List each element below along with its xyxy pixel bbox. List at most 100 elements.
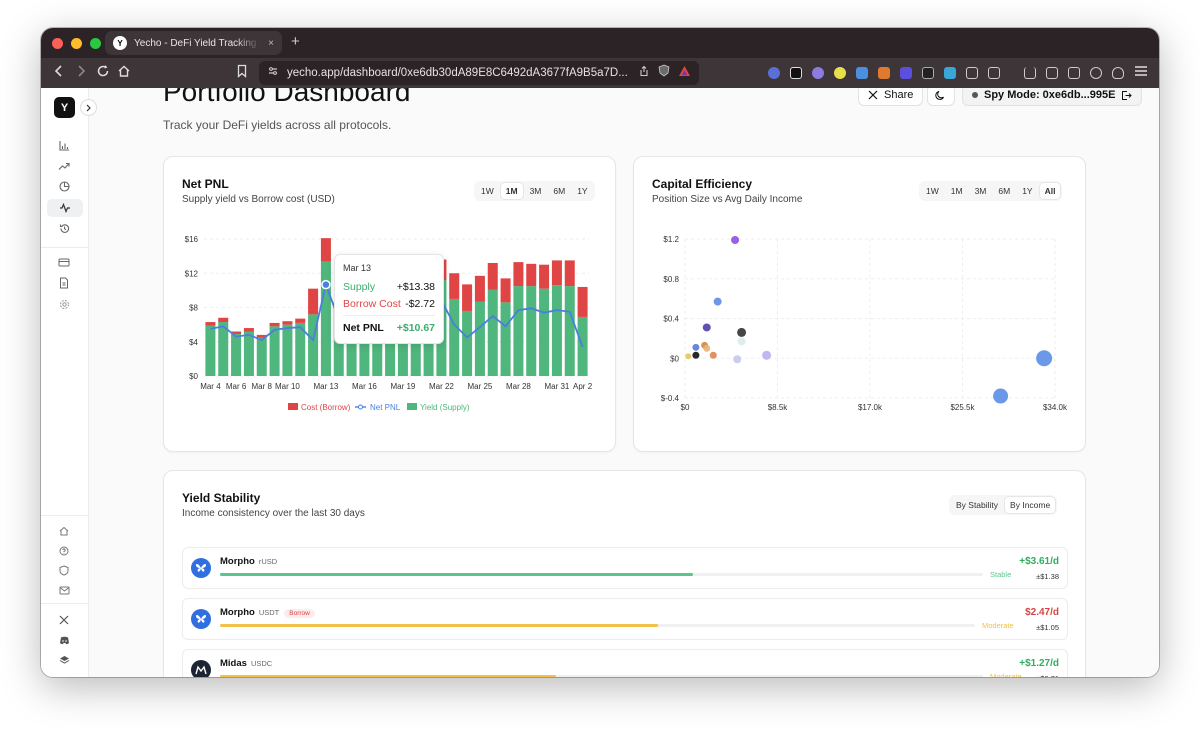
- browser-tab[interactable]: Y Yecho - DeFi Yield Tracking Platform ×: [105, 31, 282, 55]
- sidebar-item-positions[interactable]: [56, 254, 72, 270]
- url-text[interactable]: yecho.app/dashboard/0xe6db30dA89E8C6492d…: [287, 67, 630, 79]
- site-settings-icon[interactable]: [267, 64, 279, 82]
- sort-by-income[interactable]: By Income: [1005, 497, 1056, 513]
- sidebar-footer-help[interactable]: [56, 543, 72, 559]
- x-tick-label: Mar 25: [467, 382, 492, 391]
- yield-row[interactable]: Morpho USDT Borrow Moderate $2.47/d ±$1.05: [182, 598, 1068, 640]
- borrow-bar: [577, 286, 588, 317]
- page-subtitle: Track your DeFi yields across all protoc…: [163, 118, 392, 132]
- yield-row[interactable]: MidasUSDC Moderate +$1.27/d ±$0.71: [182, 649, 1068, 677]
- tooltip-borrow-label: Borrow Cost: [343, 298, 401, 310]
- minimize-window-button[interactable]: [71, 38, 82, 49]
- vpn-shield-icon[interactable]: [1112, 67, 1124, 79]
- supply-bar: [462, 310, 473, 376]
- sidebar-footer-x[interactable]: [56, 612, 72, 628]
- borrow-bar: [295, 318, 306, 323]
- brave-rewards-icon[interactable]: [678, 64, 691, 82]
- borrow-bar: [474, 275, 485, 302]
- sidebar-footer-discord[interactable]: [56, 632, 72, 648]
- maximize-window-button[interactable]: [90, 38, 101, 49]
- tab-close-button[interactable]: ×: [268, 38, 274, 49]
- yield-row[interactable]: Morpho rUSD Stable +$3.61/d ±$1.38: [182, 547, 1068, 589]
- y-tick-label: $1.2: [663, 235, 679, 244]
- download-icon[interactable]: [1024, 67, 1036, 79]
- puzzle-icon[interactable]: [966, 67, 978, 79]
- address-bar[interactable]: yecho.app/dashboard/0xe6db30dA89E8C6492d…: [259, 61, 699, 85]
- borrow-bar: [462, 284, 473, 311]
- browser-toolbar: yecho.app/dashboard/0xe6db30dA89E8C6492d…: [41, 58, 1159, 88]
- bookmark-icon[interactable]: [236, 64, 248, 81]
- tab-favicon: Y: [113, 36, 127, 50]
- supply-bar: [539, 288, 550, 376]
- supply-bar: [231, 334, 242, 376]
- x-tick-label: Mar 22: [429, 382, 454, 391]
- extension-8-icon[interactable]: [922, 67, 934, 79]
- page-title: Portfolio Dashboard: [163, 88, 411, 107]
- row-protocol: Midas USDC: [220, 658, 273, 669]
- x-tick-label: $8.5k: [768, 403, 789, 412]
- sidebar-item-analytics[interactable]: [47, 199, 83, 217]
- theme-toggle-button[interactable]: [927, 88, 955, 106]
- sidebar-item-settings[interactable]: [56, 296, 72, 312]
- sidebar: Y: [41, 88, 97, 677]
- scatter-point: [733, 355, 742, 364]
- spy-mode-button[interactable]: Spy Mode: 0xe6db...995E: [962, 88, 1143, 106]
- sidebar-item-reports[interactable]: [56, 275, 72, 291]
- brave-shield-icon[interactable]: [658, 64, 670, 82]
- app-logo[interactable]: Y: [54, 97, 75, 118]
- trending-up-icon: [58, 162, 70, 170]
- capital-efficiency-chart[interactable]: $-0.4$0$0.4$0.8$1.2$0 $8.5k $17.0k $25.5k $3…: [634, 157, 1086, 452]
- tooltip-net-label: Net PNL: [343, 322, 384, 334]
- borrow-bar: [500, 278, 511, 303]
- borrow-bar: [526, 263, 537, 287]
- borrow-bar: [487, 262, 498, 290]
- y-tick-label: $12: [185, 269, 199, 278]
- legend-swatch: [407, 403, 417, 410]
- activity-icon: [60, 203, 70, 213]
- sidebar-toggle-icon[interactable]: [1046, 67, 1058, 79]
- moon-icon: [935, 90, 944, 100]
- extension-3-icon[interactable]: [812, 67, 824, 79]
- row-asset: rUSD: [258, 557, 278, 566]
- metamask-icon[interactable]: [878, 67, 890, 79]
- sidebar-item-yields[interactable]: [56, 158, 72, 174]
- reader-icon[interactable]: [988, 67, 1000, 79]
- sort-by-stability[interactable]: By Stability: [951, 497, 1003, 513]
- sidebar-footer-security[interactable]: [56, 562, 72, 578]
- close-window-button[interactable]: [52, 38, 63, 49]
- new-tab-button[interactable]: +: [291, 33, 300, 50]
- menu-icon[interactable]: [1134, 65, 1148, 80]
- extension-7-icon[interactable]: [900, 67, 912, 79]
- main-content: Portfolio Dashboard Track your DeFi yiel…: [89, 88, 1159, 677]
- sidebar-footer-contact[interactable]: [56, 582, 72, 598]
- forward-icon[interactable]: [75, 64, 87, 81]
- supply-bar: [474, 301, 485, 376]
- sidebar-divider: [41, 515, 89, 516]
- tooltip-date: Mar 13: [343, 263, 372, 273]
- legend-label: Yield (Supply): [420, 403, 470, 412]
- tooltip-supply-row: Supply +$13.38: [343, 281, 435, 293]
- extension-4-icon[interactable]: [834, 67, 846, 79]
- extension-1-icon[interactable]: [768, 67, 780, 79]
- sidebar-item-overview[interactable]: [56, 138, 72, 154]
- row-amount: +$1.27/d: [1019, 658, 1059, 669]
- sidebar-footer-docs[interactable]: [56, 652, 72, 668]
- reload-icon[interactable]: [96, 64, 110, 81]
- stability-bar-fill: [220, 675, 556, 677]
- share-button[interactable]: Share: [858, 88, 924, 106]
- leo-icon[interactable]: [1090, 67, 1102, 79]
- wallet-icon[interactable]: [1068, 67, 1080, 79]
- sidebar-item-history[interactable]: [56, 220, 72, 236]
- sidebar-footer-home[interactable]: [56, 523, 72, 539]
- supply-bar: [320, 261, 331, 376]
- sidebar-item-allocation[interactable]: [56, 178, 72, 194]
- home-browser-icon[interactable]: [117, 64, 131, 81]
- extension-9-icon[interactable]: [944, 67, 956, 79]
- share-page-icon[interactable]: [638, 64, 650, 82]
- borrow-bar: [449, 273, 460, 299]
- exit-icon[interactable]: [1121, 90, 1133, 101]
- y-tick-label: $8: [189, 304, 198, 313]
- extension-2-icon[interactable]: [790, 67, 802, 79]
- back-icon[interactable]: [53, 64, 65, 81]
- extension-5-icon[interactable]: [856, 67, 868, 79]
